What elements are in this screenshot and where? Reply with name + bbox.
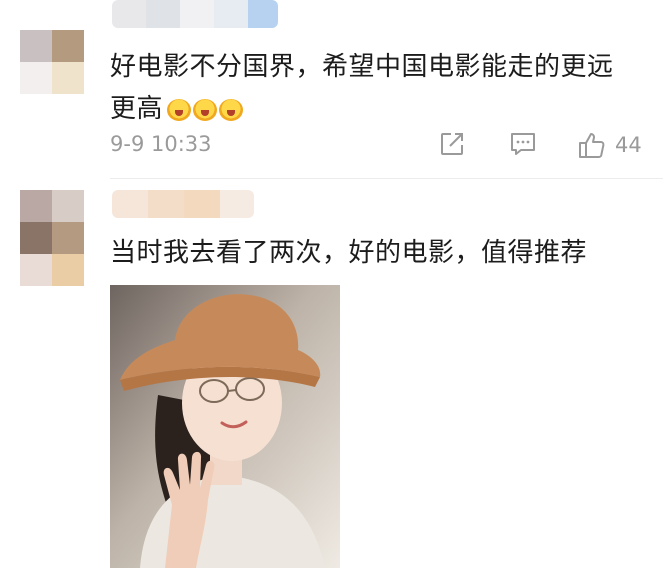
comment-divider: [110, 178, 663, 179]
avatar-tile: [20, 62, 52, 94]
avatar-tile: [20, 254, 52, 286]
comment-text-line: 好电影不分国界，希望中国电影能走的更远: [110, 52, 614, 82]
share-button[interactable]: [438, 130, 466, 158]
comment-text-continued: 更高: [110, 94, 164, 124]
like-count: 44: [615, 133, 642, 157]
comment-text-line: 更高: [110, 88, 614, 130]
avatar-tile: [20, 190, 52, 222]
username-blurred[interactable]: [112, 0, 278, 28]
avatar-tile: [20, 30, 52, 62]
name-blur-block: [184, 190, 220, 218]
avatar-tile: [20, 222, 52, 254]
emoji-group: [167, 98, 244, 121]
comment-meta: 9-9 10:33 44: [110, 130, 650, 162]
laughing-crying-emoji-icon: [219, 98, 244, 121]
avatar-tile: [52, 190, 84, 222]
name-blur-block: [180, 0, 214, 28]
like-button[interactable]: 44: [577, 130, 642, 160]
comment-icon: [511, 133, 535, 155]
avatar[interactable]: [20, 30, 84, 94]
avatar-tile: [52, 254, 84, 286]
laughing-crying-emoji-icon: [193, 98, 218, 121]
laughing-crying-emoji-icon: [167, 98, 192, 121]
attached-photo[interactable]: [110, 285, 340, 568]
name-blur-block: [112, 190, 148, 218]
name-blur-block: [112, 0, 146, 28]
comment-text: 当时我去看了两次，好的电影，值得推荐: [110, 232, 587, 274]
photo-illustration: [110, 285, 340, 568]
username-blurred[interactable]: [112, 190, 254, 218]
avatar-tile: [52, 30, 84, 62]
reply-button[interactable]: [508, 130, 538, 158]
comment-text: 好电影不分国界，希望中国电影能走的更远 更高: [110, 46, 614, 130]
share-icon: [441, 133, 463, 155]
name-blur-block: [248, 0, 278, 28]
comment-feed: 好电影不分国界，希望中国电影能走的更远 更高 9-9 10:33 44 当时我去…: [0, 0, 663, 568]
timestamp: 9-9 10:33: [110, 132, 212, 156]
name-blur-block: [148, 190, 184, 218]
avatar-tile: [52, 62, 84, 94]
glasses-bridge: [227, 389, 237, 392]
name-blur-block: [220, 190, 254, 218]
avatar-tile: [52, 222, 84, 254]
comment-text-line: 当时我去看了两次，好的电影，值得推荐: [110, 238, 588, 268]
name-blur-block: [146, 0, 180, 28]
name-blur-block: [214, 0, 248, 28]
avatar[interactable]: [20, 190, 84, 286]
thumbs-up-icon: [579, 133, 605, 158]
